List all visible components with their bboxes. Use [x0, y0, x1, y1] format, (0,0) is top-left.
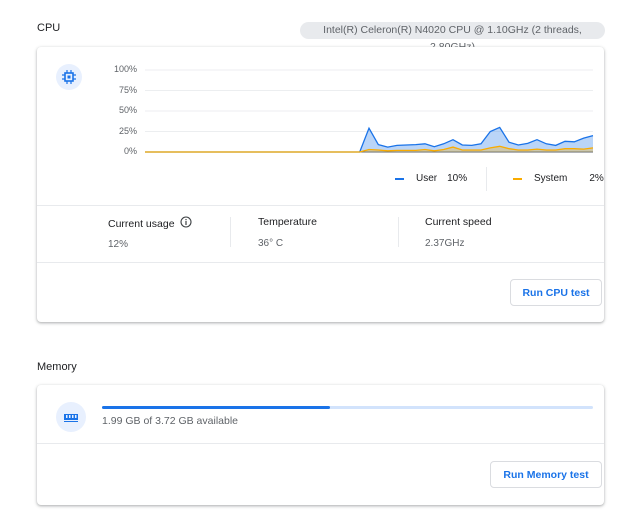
- info-icon[interactable]: [179, 216, 192, 231]
- y-tick-label: 75%: [118, 84, 137, 95]
- stat-label: Current speed: [425, 216, 492, 228]
- memory-usage-text: 1.99 GB of 3.72 GB available: [102, 415, 239, 427]
- stat-current-usage: Current usage 12%: [108, 216, 192, 250]
- cpu-section-title: CPU: [37, 22, 61, 34]
- stat-value: 2.37GHz: [425, 238, 465, 249]
- y-tick-label: 100%: [113, 64, 137, 74]
- user-legend-label: User: [416, 173, 438, 184]
- legend-user: User 10%: [395, 173, 467, 184]
- legend-separator: [486, 167, 487, 191]
- user-legend-value: 10%: [447, 173, 468, 184]
- y-tick-label: 25%: [118, 125, 137, 136]
- cpu-usage-chart: [145, 69, 594, 153]
- memory-usage-bar: [102, 406, 593, 409]
- system-legend-swatch: [513, 177, 522, 180]
- stat-current-speed: Current speed 2.37GHz: [425, 216, 492, 249]
- memory-section-title: Memory: [37, 361, 77, 373]
- stat-value: 12%: [108, 239, 129, 250]
- divider: [37, 262, 604, 263]
- stat-label: Current usage: [108, 217, 175, 230]
- divider: [37, 443, 604, 444]
- cpu-card: 100% 75% 50% 25% 0% User 10% System 2% Curre…: [37, 47, 604, 322]
- memory-usage-fill: [102, 406, 331, 409]
- user-legend-swatch: [395, 177, 404, 180]
- processor-chip: Intel(R) Celeron(R) N4020 CPU @ 1.10GHz …: [300, 22, 605, 53]
- y-tick-label: 50%: [118, 105, 137, 115]
- stat-label: Temperature: [258, 216, 317, 228]
- system-legend-label: System: [534, 173, 568, 184]
- cpu-chip-icon: [56, 64, 82, 90]
- stat-separator: [398, 217, 399, 247]
- run-memory-test-button[interactable]: Run Memory test: [490, 461, 602, 488]
- stat-separator: [230, 217, 231, 247]
- stat-value: 36° C: [258, 238, 284, 249]
- memory-icon: [56, 402, 86, 432]
- divider: [37, 205, 604, 206]
- run-cpu-test-button[interactable]: Run CPU test: [510, 279, 602, 306]
- stat-temperature: Temperature 36° C: [258, 216, 317, 249]
- legend-system: System 2%: [513, 173, 604, 184]
- y-tick-label: 0%: [123, 146, 137, 156]
- system-legend-value: 2%: [589, 173, 604, 184]
- memory-card: 1.99 GB of 3.72 GB available Run Memory …: [37, 385, 604, 505]
